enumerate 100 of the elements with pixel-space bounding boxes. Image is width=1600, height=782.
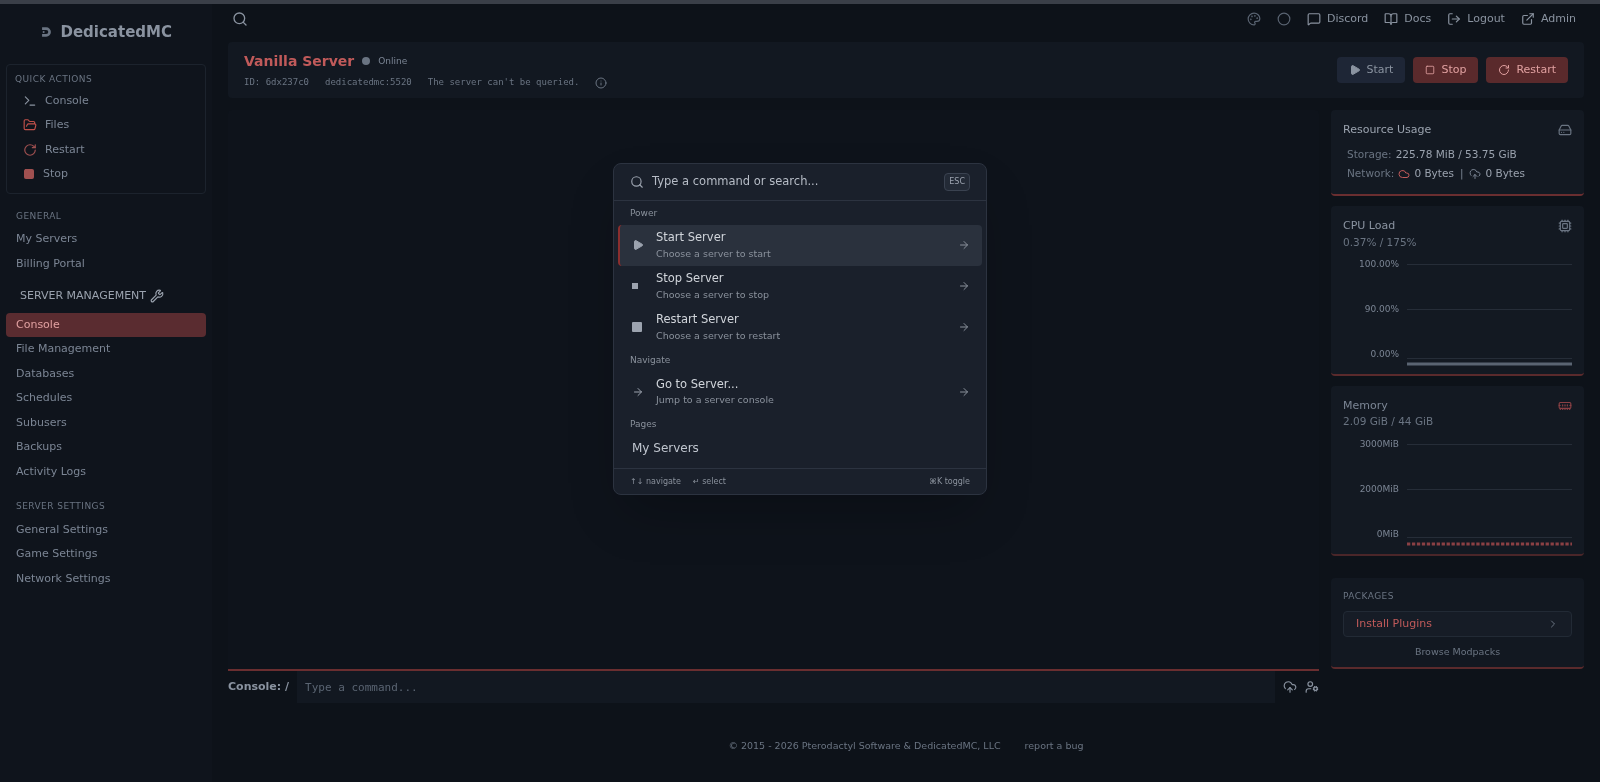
separator: |	[1458, 166, 1465, 182]
stop-icon	[1425, 65, 1436, 75]
server-address: dedicatedmc:5520	[325, 75, 412, 89]
command-description: Choose a server to start	[656, 246, 772, 261]
sidebar-item[interactable]: Schedules	[6, 386, 206, 411]
info-icon	[595, 76, 608, 89]
command-item[interactable]: Stop Server Choose a server to stop	[618, 265, 982, 307]
section-heading: SERVER MANAGEMENT	[20, 288, 147, 304]
command-item[interactable]: Go to Server... Jump to a server console	[618, 371, 982, 412]
memory-value: 2.09 GiB / 44 GiB	[1343, 414, 1435, 430]
search-icon[interactable]	[232, 11, 248, 27]
user-settings-icon[interactable]	[1305, 680, 1319, 694]
start-button[interactable]: Start	[1336, 57, 1406, 83]
command-title: Restart Server	[656, 311, 740, 329]
book-icon	[1384, 12, 1399, 26]
command-title: Go to Server...	[656, 375, 740, 393]
sidebar-item[interactable]: Subusers	[6, 410, 206, 435]
sidebar-item[interactable]: Billing Portal	[6, 251, 206, 276]
command-title: Start Server	[656, 229, 727, 247]
install-plugins-button[interactable]: Install Plugins	[1343, 611, 1572, 637]
terminal-icon	[23, 93, 37, 108]
command-description: Jump to a server console	[656, 393, 775, 407]
command-description: Choose a server to restart	[656, 328, 782, 343]
sidebar-item[interactable]: My Servers	[6, 227, 206, 252]
command-item[interactable]: Start Server Choose a server to start	[618, 224, 982, 266]
command-input[interactable]: Type a command...	[297, 671, 1275, 703]
cpu-icon	[1558, 219, 1572, 234]
command-title: Stop Server	[656, 270, 725, 288]
quick-action[interactable]: Stop	[15, 164, 197, 185]
nav-link[interactable]: Logout	[1447, 10, 1505, 28]
group-heading: Navigate	[629, 353, 672, 367]
card-title: Resource Usage	[1343, 122, 1432, 138]
stop-icon	[23, 168, 35, 181]
keyboard-hint: ↑↓ navigate	[630, 475, 681, 488]
arrow-icon	[958, 321, 970, 333]
server-status: Online	[378, 54, 408, 68]
esc-key: ESC	[944, 173, 970, 191]
network-label: Network:	[1347, 166, 1395, 182]
palette-icon[interactable]	[1246, 12, 1261, 26]
command-description: Choose a server to stop	[656, 287, 771, 302]
section-heading: SERVER SETTINGS	[15, 500, 107, 513]
section-heading: QUICK ACTIONS	[15, 73, 94, 86]
keyboard-hint: ⌘K toggle	[928, 475, 970, 488]
restart-icon	[1498, 64, 1511, 76]
command-search-field[interactable]: Type a command or search...	[652, 173, 937, 191]
browse-modpacks-link[interactable]: Browse Modpacks	[1414, 645, 1501, 660]
cloud-upload-icon	[1469, 168, 1482, 181]
keyboard-hint: ↵ select	[692, 475, 726, 488]
square-icon	[632, 322, 642, 332]
upload-value: 0 Bytes	[1485, 166, 1525, 182]
quick-action[interactable]: Files	[15, 115, 197, 136]
stop-icon	[632, 283, 638, 289]
command-item[interactable]: My Servers	[618, 435, 982, 460]
sidebar-item[interactable]: Console	[6, 312, 206, 337]
drive-icon	[1558, 123, 1572, 138]
section-heading: GENERAL	[15, 209, 63, 223]
cloud-upload-icon[interactable]	[1283, 680, 1297, 694]
sidebar-item[interactable]: Databases	[6, 361, 206, 386]
storage-label: Storage:	[1347, 146, 1392, 162]
brand-name: DedicatedMC	[60, 21, 172, 43]
copyright: © 2015 - 2026 Pterodactyl Software & DedicatedMC, LLC	[728, 738, 1001, 753]
sidebar-item[interactable]: Game Settings	[6, 542, 206, 567]
sidebar-item[interactable]: Backups	[6, 435, 206, 460]
sidebar-item[interactable]: General Settings	[6, 517, 206, 542]
search-icon	[630, 175, 644, 189]
server-id: ID: 6dx237c0	[244, 75, 310, 89]
command-title: My Servers	[632, 439, 700, 457]
storage-value: 225.78 MiB / 53.75 GiB	[1395, 146, 1517, 162]
axis-label: 2000MiB	[1358, 483, 1399, 496]
nav-link[interactable]: Discord	[1306, 10, 1369, 28]
restart-button[interactable]: Restart	[1486, 57, 1568, 83]
axis-label: 3000MiB	[1358, 438, 1399, 451]
nav-link[interactable]: Docs	[1384, 10, 1432, 28]
stop-button[interactable]: Stop	[1413, 57, 1479, 83]
report-bug-link[interactable]: report a bug	[1024, 738, 1084, 754]
sidebar-item[interactable]: Activity Logs	[6, 459, 206, 484]
axis-label: 90.00%	[1363, 303, 1399, 317]
folder-icon	[23, 118, 37, 133]
restart-icon	[23, 142, 37, 157]
wrench-icon	[150, 289, 165, 304]
sidebar-item[interactable]: Network Settings	[6, 566, 206, 591]
nav-link[interactable]: Admin	[1520, 10, 1576, 28]
cpu-value: 0.37% / 175%	[1343, 234, 1418, 250]
arrow-icon	[958, 280, 970, 292]
arrow-icon	[958, 385, 970, 398]
play-icon	[1348, 64, 1361, 76]
quick-action[interactable]: Console	[15, 90, 197, 111]
external-link-icon	[1520, 12, 1535, 26]
group-heading: Pages	[629, 418, 658, 431]
card-title: Memory	[1343, 397, 1388, 414]
download-value: 0 Bytes	[1414, 166, 1454, 182]
arrow-icon	[632, 385, 644, 398]
query-status: The server can't be queried.	[427, 75, 580, 89]
sidebar-item[interactable]: File Management	[6, 337, 206, 362]
axis-label: 0.00%	[1369, 348, 1399, 362]
cloud-icon	[1398, 168, 1411, 181]
command-item[interactable]: Restart Server Choose a server to restart	[618, 306, 982, 348]
group-heading: Power	[629, 207, 659, 220]
circle-icon[interactable]	[1276, 12, 1291, 26]
quick-action[interactable]: Restart	[15, 139, 197, 160]
